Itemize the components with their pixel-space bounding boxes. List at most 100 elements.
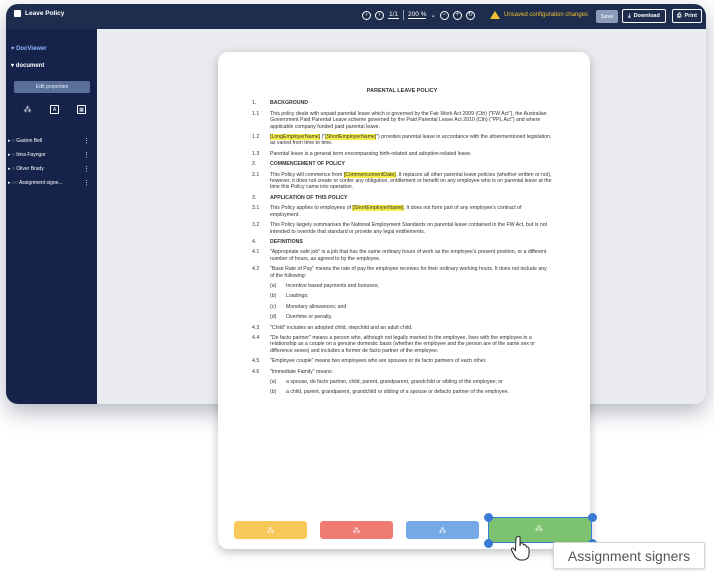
section-paragraph: 4.6 "Immediate Family" means: [252,369,552,375]
warning-text: Unsaved configuration changes [504,12,589,18]
section-paragraph: (b) a child, parent, grandparent, grandch… [252,389,552,395]
section-text: "Child" includes an adopted child, stepc… [270,324,413,331]
section-text: Loadings; [286,293,309,300]
magic-wand-icon[interactable]: ⁂ [23,105,32,114]
section-text: [LongEmployerName] ("[ShortEmployerName]… [270,134,552,147]
section-number: (d) [270,314,277,321]
section-paragraph: (a) a spouse, de facto partner, child, pa… [252,379,552,385]
download-icon: ⤓ [628,12,631,19]
section-number: (a) [270,282,277,289]
section-paragraph: (c) Monetary allowances; and [252,304,552,310]
sidebar-item-signer[interactable]: ▸ ◌ Gaston Bell ⋮ [8,134,94,148]
merge-field[interactable]: [CommencementDate] [343,171,396,178]
signer-list: ▸ ◌ Gaston Bell ⋮ ▸ ◌ Irina Fayngor ⋮ ▸ … [8,134,94,190]
section-text-part: This Policy applies to employees of [270,205,353,212]
section-text: "Employee couple" means two employees wh… [270,358,487,365]
section-paragraph: 4.2 "Base Rate of Pay" means the rate of … [252,266,552,279]
sidebar-title: ⌖ DocViewer [11,46,47,52]
merge-field[interactable]: [ShortEmployerName] [352,205,404,212]
download-button[interactable]: ⤓ Download [622,9,666,23]
unsaved-warning: Unsaved configuration changes [490,11,588,19]
resize-handle-top-right[interactable] [588,513,597,522]
section-number: 1.3 [252,150,260,157]
document-title: PARENTAL LEAVE POLICY [366,88,438,94]
section-text: Overtime or penalty. [286,314,333,321]
rotate-icon[interactable]: ↻ [465,10,475,20]
document-controls: ‹ › 1/1 200 % ⌄ − + ↻ [362,10,475,20]
zoom-select[interactable]: 200 % [408,11,427,19]
docviewer-icon: ⌖ [11,46,15,52]
print-label: Print [684,13,697,19]
section-paragraph: (a) Incentive based payments and bonuses; [252,283,552,289]
signer-field-button-red[interactable]: ⁂ [320,521,393,539]
merge-field[interactable]: [LongEmployerName] [270,134,321,141]
merge-field[interactable]: [ShortEmployerName] [325,134,377,141]
section-paragraph: 1.2 [LongEmployerName] ("[ShortEmployerNa… [252,134,552,147]
zoom-in-icon[interactable]: + [452,10,462,20]
section-paragraph: (d) Overtime or penalty. [252,314,552,320]
sidebar-item-assignment[interactable]: ▸ ◌◌ Assignment signe... ⋮ [8,176,94,190]
section-text: COMMENCEMENT OF POLICY [270,161,345,168]
kebab-menu-icon[interactable]: ⋮ [83,165,90,173]
resize-handle-bottom-left[interactable] [484,539,493,548]
section-paragraph: 3.2 This Policy largely summarises the Na… [252,222,552,235]
section-text-part: This Policy will commence from [270,171,344,178]
document-body: PARENTAL LEAVE POLICY 1. BACKGROUND 1.1 Thi… [252,88,552,400]
resize-handle-top-left[interactable] [484,513,493,522]
assignment-signers-button[interactable]: ⁂ [488,517,592,543]
tooltip: Assignment signers [553,542,705,569]
section-paragraph: 4.3 "Child" includes an adopted child, st… [252,325,552,331]
edit-properties-button[interactable]: Edit properties [14,81,90,93]
zoom-out-icon[interactable]: − [439,10,449,20]
section-text: "De facto partner" means a person who, a… [270,334,536,354]
section-text: "Immediate Family" means: [270,368,334,375]
signer-field-button-blue[interactable]: ⁂ [406,521,479,539]
section-number: 2.1 [252,171,260,178]
section-text: Monetary allowances; and [286,303,347,310]
section-heading: 2. COMMENCEMENT OF POLICY [252,161,552,167]
save-button[interactable]: Save [596,10,618,23]
magic-wand-icon: ⁂ [535,524,543,533]
top-bar: Leave Policy ‹ › 1/1 200 % ⌄ − + ↻ Unsav… [6,4,706,29]
section-text: This Policy largely summarises the Natio… [270,222,548,235]
signer-field-button-yellow[interactable]: ⁂ [234,521,307,539]
section-text: Parental leave is a general term encompa… [270,150,472,157]
section-text: This Policy applies to employees of [Sho… [270,205,552,218]
section-text: Incentive based payments and bonuses; [286,282,379,289]
section-text: "Base Rate of Pay" means the rate of pay… [270,266,547,279]
download-label: Download [633,13,660,19]
page-indicator[interactable]: 1/1 [388,11,400,19]
section-number: 4.6 [252,368,260,375]
hand-cursor-icon [510,535,530,561]
date-field-icon[interactable]: ▦ [77,105,86,114]
section-text: This policy deals with unpaid parental l… [270,110,547,130]
section-number: (b) [270,293,277,300]
sidebar-item-signer[interactable]: ▸ ◌ Oliver Brady ⋮ [8,162,94,176]
kebab-menu-icon[interactable]: ⋮ [83,151,90,159]
warning-icon [490,11,500,19]
section-text: DEFINITIONS [270,238,303,245]
chevron-down-icon[interactable]: ⌄ [430,11,435,19]
section-number: 2. [252,161,257,168]
magic-wand-icon: ⁂ [266,525,275,535]
kebab-menu-icon[interactable]: ⋮ [83,179,90,187]
text-field-icon[interactable]: A [50,105,59,114]
app-title: Leave Policy [14,10,64,17]
next-page-icon[interactable]: › [375,10,384,20]
section-heading: 3. APPLICATION OF THIS POLICY [252,195,552,201]
section-number: 4.2 [252,266,260,273]
print-button[interactable]: ⎙ Print [672,9,702,23]
sidebar: ⌖ DocViewer ▾ document Edit properties ⁂… [6,29,97,404]
section-text: BACKGROUND [270,100,309,107]
section-paragraph: 1.1 This policy deals with unpaid parenta… [252,111,552,130]
prev-page-icon[interactable]: ‹ [362,10,371,20]
group-icon: ▸ ◌◌ [8,180,19,186]
section-number: 3.1 [252,205,260,212]
sidebar-item-label: Irina Fayngor [16,152,46,158]
kebab-menu-icon[interactable]: ⋮ [83,137,90,145]
section-number: 4.1 [252,249,260,256]
section-number: 3. [252,194,257,201]
sidebar-item-signer[interactable]: ▸ ◌ Irina Fayngor ⋮ [8,148,94,162]
section-heading: 1. BACKGROUND [252,100,552,106]
section-text: a spouse, de facto partner, child, paren… [286,379,503,385]
